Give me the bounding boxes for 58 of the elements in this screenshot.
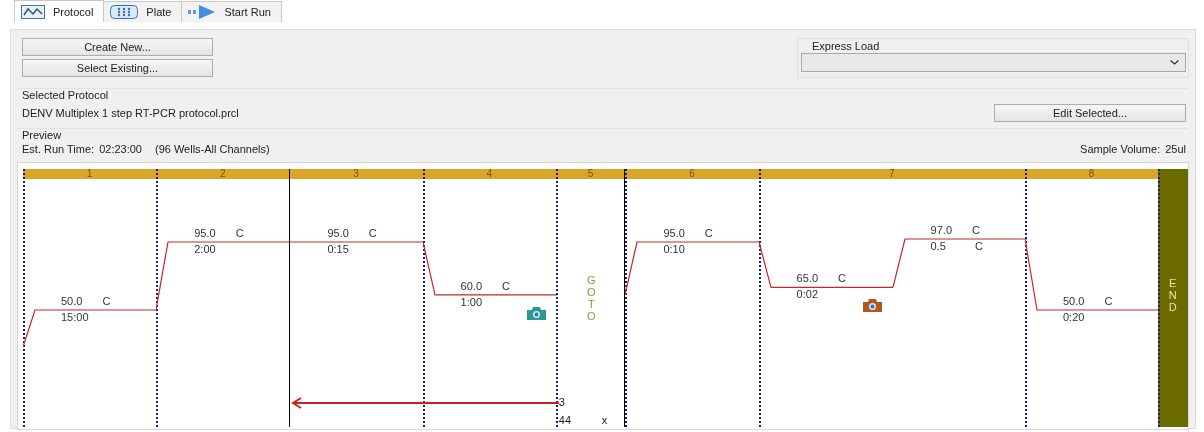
hold-time: 2:00 (194, 243, 216, 256)
step-header-cell: 2 (156, 169, 290, 179)
time-unit: C (974, 240, 983, 252)
hold-time: 1:00 (460, 295, 483, 308)
hold-time: 15:00 (61, 311, 89, 323)
section-label: Selected Protocol (21, 89, 109, 102)
express-load-dropdown[interactable] (801, 53, 1186, 72)
action-button[interactable]: Select Existing... (22, 59, 213, 77)
temperature-value: 95.0 (663, 227, 685, 240)
temperature-value: 60.0 (460, 279, 483, 292)
step-header-cell: 8 (1025, 169, 1159, 179)
temperature-unit: C (838, 272, 846, 285)
waveform-icon (21, 4, 45, 19)
hold-time: 0:15 (327, 243, 349, 256)
temperature-unit: C (972, 224, 980, 236)
hold-time: 0:20 (1063, 311, 1085, 323)
temperature-unit: C (1104, 295, 1113, 307)
temperature-unit: C (102, 295, 111, 307)
temperature-unit: C (368, 227, 377, 240)
hold-time: 0:02 (796, 288, 818, 301)
action-button[interactable]: Create New... (22, 38, 213, 56)
temperature-value: 95.0 (327, 227, 349, 240)
step-header-cell: 4 (422, 169, 556, 179)
sample-volume-label: Sample Volume: (1080, 143, 1161, 155)
temperature-unit: C (704, 227, 713, 240)
step-header-cell: 1 (23, 169, 157, 179)
section-label: Preview (21, 129, 62, 142)
sample-volume-value: 25ul (1165, 143, 1186, 155)
temperature-value: 65.0 (796, 272, 818, 285)
play-icon (188, 4, 217, 20)
run-time-value: 02:23:00 (99, 143, 142, 155)
goto-label: GOTO (586, 274, 597, 323)
edit-selected-button[interactable]: Edit Selected... (994, 104, 1186, 122)
temperature-unit: C (502, 279, 510, 292)
step-header-cell: 6 (625, 169, 759, 179)
chevron-down-icon (1170, 60, 1179, 65)
goto-target-step: 3 (558, 396, 565, 408)
wells-info: (96 Wells-All Channels) (154, 143, 270, 155)
step-header-cell: 7 (758, 169, 1025, 179)
temperature-value: 50.0 (1063, 295, 1085, 307)
tab[interactable]: Plate (103, 1, 183, 22)
times-label: x (601, 414, 608, 426)
tab[interactable]: Start Run (181, 1, 282, 22)
temperature-value: 97.0 (930, 224, 952, 236)
temperature-unit: C (235, 227, 244, 240)
tab[interactable]: Protocol (14, 0, 105, 22)
protocol-file-name: DENV Multiplex 1 step RT-PCR protocol.prcl (22, 107, 239, 119)
cycle-count: 44 (558, 414, 572, 426)
plate-icon (110, 5, 139, 19)
run-time-label: Est. Run Time: (22, 143, 95, 155)
hold-time: 0:10 (663, 243, 685, 256)
group-label: Express Load (812, 40, 880, 52)
step-header-cell: 5 (555, 169, 626, 179)
temperature-value: 50.0 (61, 295, 83, 307)
end-label: END (1167, 277, 1178, 314)
temperature-value: 95.0 (194, 227, 216, 240)
step-header-cell: 3 (289, 169, 423, 179)
hold-time: 0.5 (930, 240, 946, 252)
